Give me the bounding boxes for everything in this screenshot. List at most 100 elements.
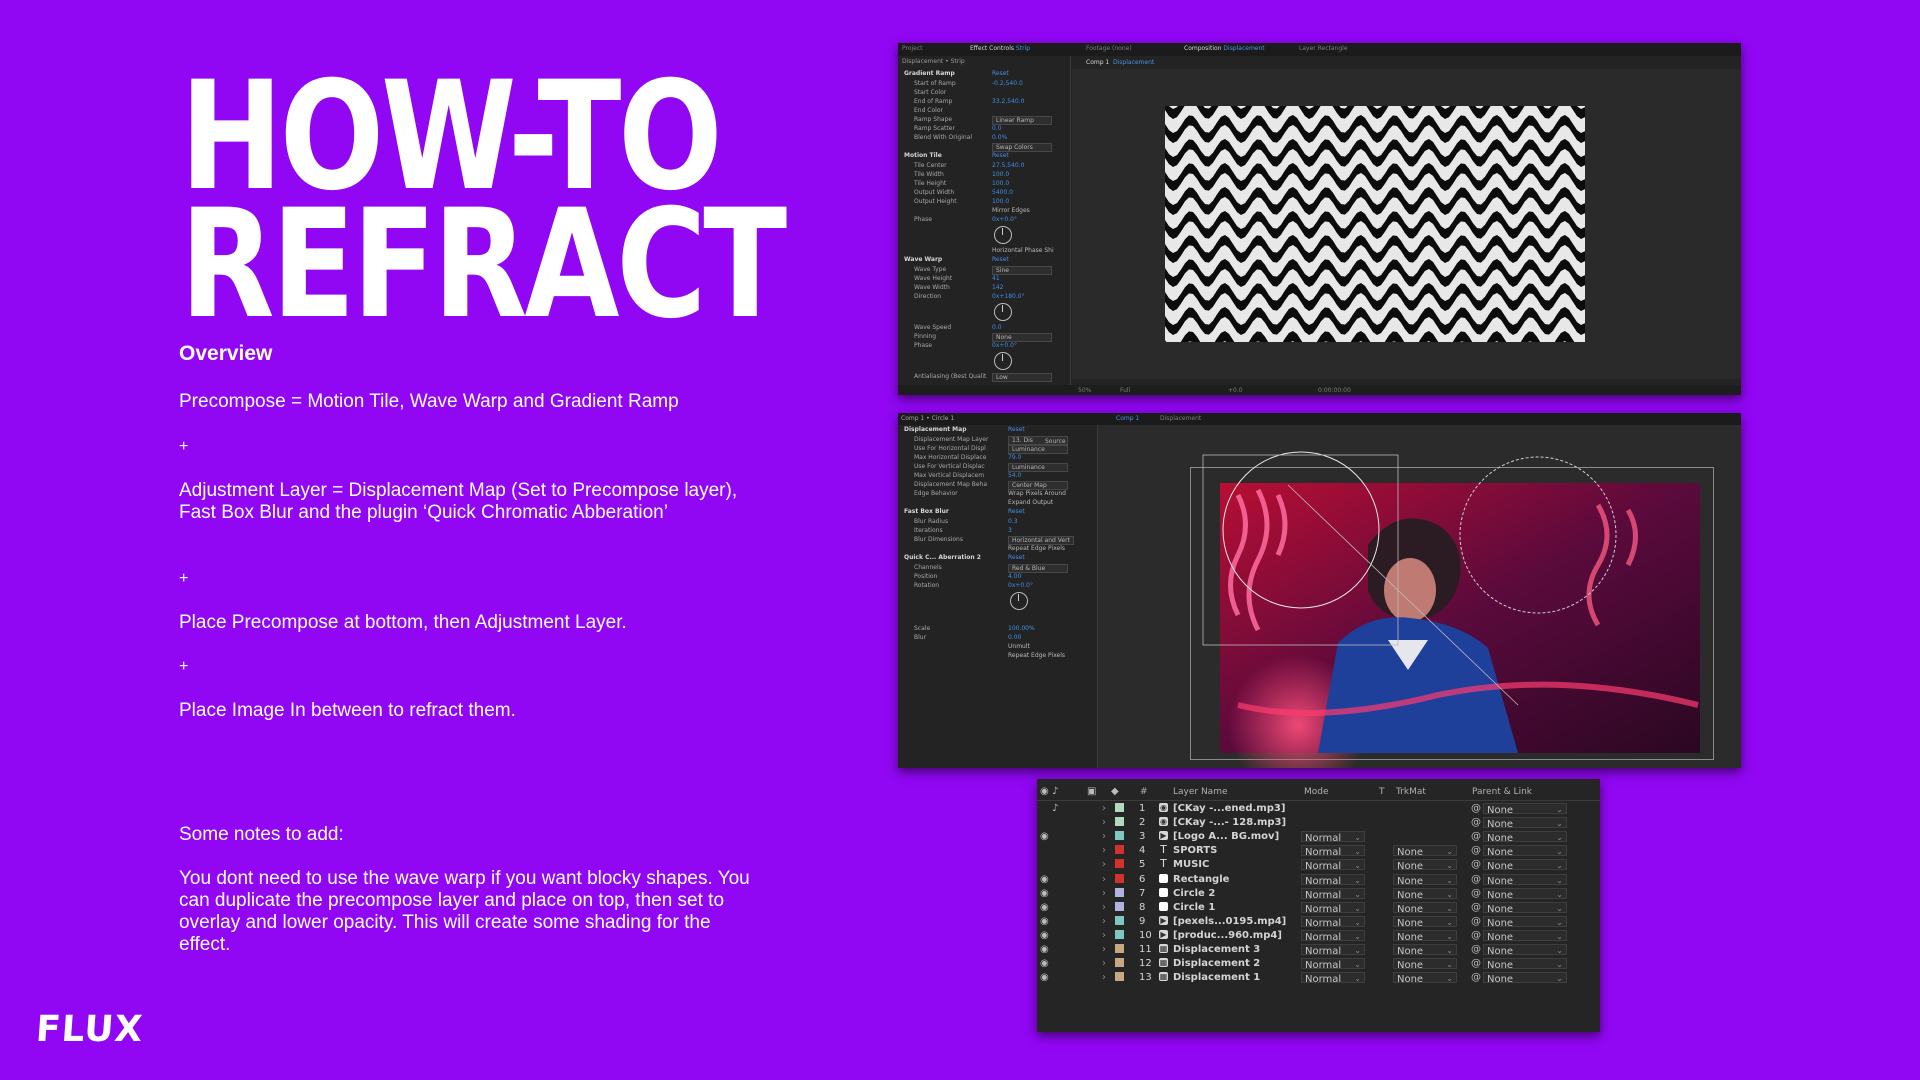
property-value[interactable]: Luminance xyxy=(1008,463,1068,472)
parent-dropdown[interactable]: None ⌄ xyxy=(1483,803,1567,816)
timeline-layer-row[interactable]: ◉ › 10 ▶ [produc...960.mp4] Normal ⌄ None ⌄ @ None… xyxy=(1037,929,1600,943)
layer-name[interactable]: Circle 1 xyxy=(1173,902,1215,913)
property-value[interactable]: Mirror Edges xyxy=(992,207,1030,214)
mode-dropdown[interactable]: Normal ⌄ xyxy=(1301,831,1365,844)
layer-name[interactable]: Displacement 2 xyxy=(1173,958,1260,969)
property-value[interactable]: 5400.0 xyxy=(992,189,1013,196)
expand-arrow-icon[interactable]: › xyxy=(1102,845,1106,856)
parent-dropdown[interactable]: None ⌄ xyxy=(1483,929,1567,943)
eye-icon[interactable]: ◉ xyxy=(1040,944,1049,955)
label-color-swatch[interactable] xyxy=(1115,972,1124,982)
eye-icon[interactable]: ◉ xyxy=(1040,958,1049,969)
timeline-layer-row[interactable]: ◉ › 6 Rectangle Normal ⌄ None ⌄ @ None ⌄ xyxy=(1037,873,1600,887)
property-value[interactable]: None xyxy=(992,333,1052,342)
reset-link[interactable]: Reset xyxy=(992,70,1009,77)
zoom-dropdown[interactable]: 50% xyxy=(1078,387,1091,394)
label-color-swatch[interactable] xyxy=(1115,958,1124,968)
angle-dial[interactable] xyxy=(994,352,1012,370)
pickwhip-icon[interactable]: @ xyxy=(1471,874,1481,885)
trkmat-dropdown[interactable]: None ⌄ xyxy=(1393,859,1457,872)
source-dropdown[interactable]: Source xyxy=(1045,438,1066,445)
trkmat-dropdown[interactable]: None ⌄ xyxy=(1393,958,1457,971)
trkmat-dropdown[interactable]: None ⌄ xyxy=(1393,901,1457,915)
layer-name[interactable]: Displacement 3 xyxy=(1173,944,1260,955)
mode-dropdown[interactable]: Normal ⌄ xyxy=(1301,929,1365,943)
layer-name[interactable]: [CKay -...ened.mp3] xyxy=(1173,803,1285,814)
property-value[interactable]: 27.5,540.0 xyxy=(992,162,1024,169)
parent-dropdown[interactable]: None ⌄ xyxy=(1483,859,1567,872)
pickwhip-icon[interactable]: @ xyxy=(1471,930,1481,941)
label-color-swatch[interactable] xyxy=(1115,803,1124,812)
timeline-layer-row[interactable]: ◉ › 7 Circle 2 Normal ⌄ None ⌄ @ None ⌄ xyxy=(1037,887,1600,901)
pickwhip-icon[interactable]: @ xyxy=(1471,831,1481,842)
tab-project[interactable]: Project xyxy=(902,45,923,52)
expand-arrow-icon[interactable]: › xyxy=(1102,972,1106,983)
pickwhip-icon[interactable]: @ xyxy=(1471,859,1481,870)
comp-tab-1[interactable]: Comp 1 xyxy=(1086,59,1109,66)
expand-arrow-icon[interactable]: › xyxy=(1102,859,1106,870)
pickwhip-icon[interactable]: @ xyxy=(1471,817,1481,828)
property-value[interactable]: Repeat Edge Pixels xyxy=(1008,652,1065,659)
timecode[interactable]: 0:00:00:00 xyxy=(1318,387,1351,394)
timeline-layer-row[interactable]: › 4 T SPORTS Normal ⌄ None ⌄ @ None ⌄ xyxy=(1037,844,1600,858)
angle-dial[interactable] xyxy=(1010,592,1028,610)
property-value[interactable]: 3 xyxy=(1008,527,1012,534)
reset-link[interactable]: Reset xyxy=(1008,554,1025,561)
property-value[interactable]: 0.0 xyxy=(992,324,1002,331)
eye-icon[interactable]: ◉ xyxy=(1040,888,1049,899)
property-value[interactable]: 100.0 xyxy=(992,171,1009,178)
reset-link[interactable]: Reset xyxy=(992,256,1009,263)
layer-name[interactable]: [produc...960.mp4] xyxy=(1173,930,1282,941)
timeline-layer-row[interactable]: ♪ › 1 ◉ [CKay -...ened.mp3] @ None ⌄ xyxy=(1037,802,1600,816)
label-color-swatch[interactable] xyxy=(1115,845,1124,855)
layer-name[interactable]: MUSIC xyxy=(1173,859,1209,870)
comp-tab-2b[interactable]: Displacement xyxy=(1160,415,1201,422)
expand-arrow-icon[interactable]: › xyxy=(1102,874,1106,885)
timeline-layer-row[interactable]: › 5 T MUSIC Normal ⌄ None ⌄ @ None ⌄ xyxy=(1037,858,1600,872)
property-value[interactable]: 0x+0.0° xyxy=(992,342,1017,349)
pickwhip-icon[interactable]: @ xyxy=(1471,916,1481,927)
parent-dropdown[interactable]: None ⌄ xyxy=(1483,972,1567,985)
property-value[interactable]: Linear Ramp xyxy=(992,116,1052,125)
mode-dropdown[interactable]: Normal ⌄ xyxy=(1301,958,1365,971)
property-value[interactable]: 4.00 xyxy=(1008,573,1021,580)
tab-footage[interactable]: Footage (none) xyxy=(1086,45,1132,52)
timeline-layer-row[interactable]: › 2 ◉ [CKay -...- 128.mp3] @ None ⌄ xyxy=(1037,816,1600,830)
parent-dropdown[interactable]: None ⌄ xyxy=(1483,915,1567,929)
property-value[interactable]: 0x+180.0° xyxy=(992,293,1025,300)
tab-effect-controls[interactable]: Effect Controls Strip xyxy=(970,45,1030,52)
property-value[interactable]: 0x+0.0° xyxy=(992,216,1017,223)
layer-name[interactable]: [CKay -...- 128.mp3] xyxy=(1173,817,1286,828)
mode-dropdown[interactable]: Normal ⌄ xyxy=(1301,845,1365,858)
composition-viewer[interactable] xyxy=(1072,69,1741,379)
label-color-swatch[interactable] xyxy=(1115,817,1124,827)
mode-dropdown[interactable]: Normal ⌄ xyxy=(1301,915,1365,929)
mode-dropdown[interactable]: Normal ⌄ xyxy=(1301,972,1365,985)
expand-arrow-icon[interactable]: › xyxy=(1102,930,1106,941)
mode-dropdown[interactable]: Normal ⌄ xyxy=(1301,887,1365,901)
expand-arrow-icon[interactable]: › xyxy=(1102,817,1106,828)
layer-name[interactable]: [pexels...0195.mp4] xyxy=(1173,916,1286,927)
property-value[interactable]: 54.0 xyxy=(1008,472,1021,479)
parent-dropdown[interactable]: None ⌄ xyxy=(1483,887,1567,901)
expand-arrow-icon[interactable]: › xyxy=(1102,944,1106,955)
pickwhip-icon[interactable]: @ xyxy=(1471,888,1481,899)
exposure-value[interactable]: +0.0 xyxy=(1228,387,1243,394)
label-color-swatch[interactable] xyxy=(1115,873,1124,883)
timeline-layer-row[interactable]: ◉ › 12 ▦ Displacement 2 Normal ⌄ None ⌄ @ None ⌄ xyxy=(1037,957,1600,971)
parent-dropdown[interactable]: None ⌄ xyxy=(1483,817,1567,830)
pickwhip-icon[interactable]: @ xyxy=(1471,972,1481,983)
composition-viewer-2[interactable] xyxy=(1098,425,1741,768)
pickwhip-icon[interactable]: @ xyxy=(1471,902,1481,913)
trkmat-dropdown[interactable]: None ⌄ xyxy=(1393,972,1457,985)
label-color-swatch[interactable] xyxy=(1115,831,1124,841)
eye-icon[interactable]: ◉ xyxy=(1040,874,1049,885)
trkmat-dropdown[interactable]: None ⌄ xyxy=(1393,873,1457,887)
property-value[interactable]: Wrap Pixels Around xyxy=(1008,490,1066,497)
property-value[interactable]: 100.0 xyxy=(992,180,1009,187)
angle-dial[interactable] xyxy=(994,226,1012,244)
label-color-swatch[interactable] xyxy=(1115,887,1124,897)
pickwhip-icon[interactable]: @ xyxy=(1471,803,1481,814)
layer-name[interactable]: SPORTS xyxy=(1173,845,1217,856)
label-color-swatch[interactable] xyxy=(1115,944,1124,953)
